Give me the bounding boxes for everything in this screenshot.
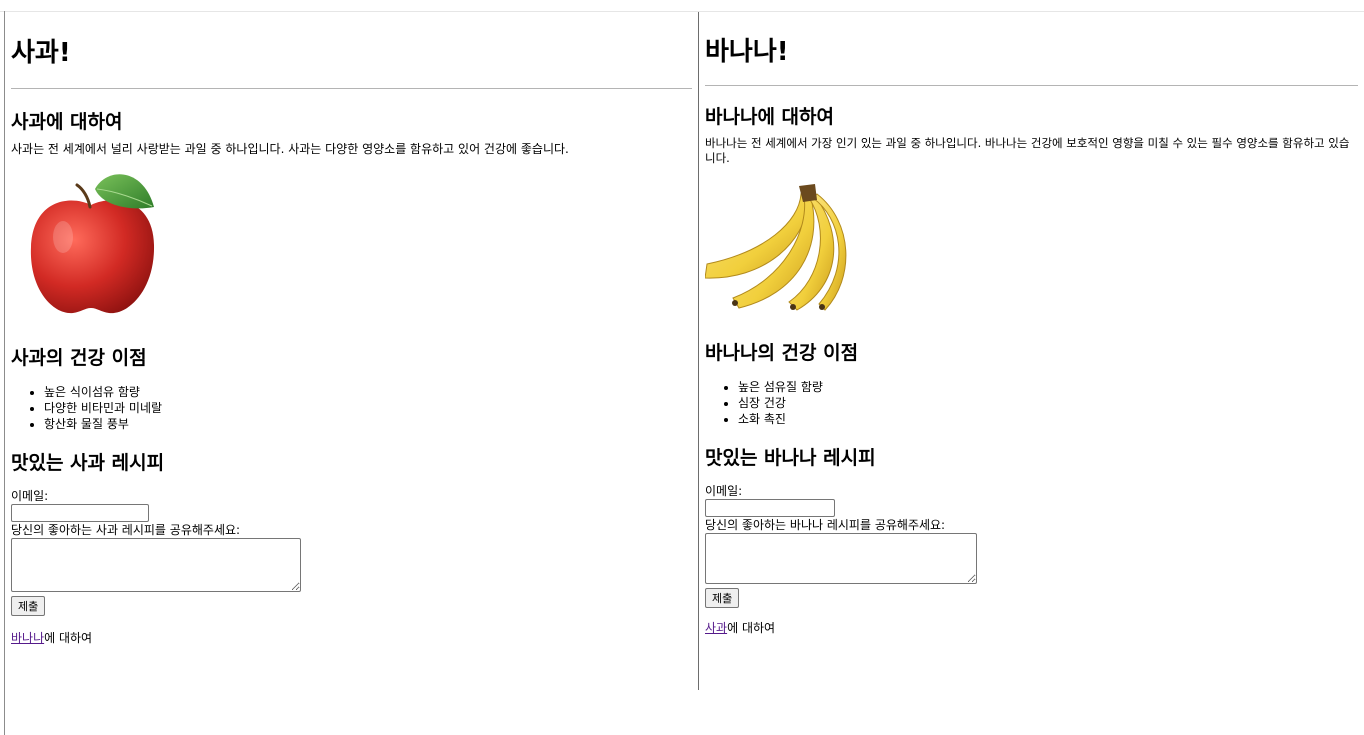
title-divider (11, 88, 692, 89)
list-item: 항산화 물질 풍부 (44, 416, 692, 432)
page-title: 바나나! (705, 37, 789, 67)
nav-paragraph: 사과에 대하여 (705, 620, 1358, 636)
list-item: 심장 건강 (738, 395, 1358, 411)
banana-link[interactable]: 바나나 (11, 631, 44, 645)
about-heading: 사과에 대하여 (11, 111, 123, 133)
recipe-textarea[interactable] (11, 538, 301, 592)
email-label: 이메일: (705, 484, 743, 498)
benefits-heading: 바나나의 건강 이점 (705, 342, 859, 364)
apple-image (30, 174, 155, 314)
list-item: 높은 섬유질 함량 (738, 379, 1358, 395)
submit-button[interactable]: 제출 (11, 596, 46, 616)
link-suffix: 에 대하여 (727, 621, 776, 635)
apple-link[interactable]: 사과 (705, 621, 727, 635)
description: 바나나는 전 세계에서 가장 인기 있는 과일 중 하나입니다. 바나나는 건강… (705, 136, 1350, 165)
recipe-label: 당신의 좋아하는 바나나 레시피를 공유해주세요: (705, 518, 946, 532)
recipe-heading: 맛있는 사과 레시피 (11, 452, 165, 474)
benefits-heading: 사과의 건강 이점 (11, 347, 147, 369)
recipe-form: 이메일: 당신의 좋아하는 사과 레시피를 공유해주세요: 제출 (11, 488, 692, 616)
email-field[interactable] (11, 504, 149, 522)
email-label: 이메일: (11, 489, 49, 503)
submit-button[interactable]: 제출 (705, 588, 740, 608)
nav-paragraph: 바나나에 대하여 (11, 630, 692, 646)
link-suffix: 에 대하여 (44, 631, 93, 645)
apple-pane: 사과! 사과에 대하여 사과는 전 세계에서 널리 사랑받는 과일 중 하나입니… (5, 12, 698, 735)
title-divider (705, 85, 1358, 86)
recipe-form: 이메일: 당신의 좋아하는 바나나 레시피를 공유해주세요: 제출 (705, 483, 1358, 608)
list-item: 소화 촉진 (738, 411, 1358, 427)
page-title: 사과! (11, 38, 71, 68)
description: 사과는 전 세계에서 널리 사랑받는 과일 중 하나입니다. 사과는 다양한 영… (11, 142, 569, 156)
list-item: 다양한 비타민과 미네랄 (44, 400, 692, 416)
benefits-list: 높은 식이섬유 함량 다양한 비타민과 미네랄 항산화 물질 풍부 (11, 384, 692, 432)
benefits-list: 높은 섬유질 함량 심장 건강 소화 촉진 (705, 379, 1358, 427)
list-item: 높은 식이섬유 함량 (44, 384, 692, 400)
banana-image (705, 184, 847, 311)
banana-pane: 바나나! 바나나에 대하여 바나나는 전 세계에서 가장 인기 있는 과일 중 … (698, 12, 1364, 690)
recipe-textarea[interactable] (705, 533, 977, 584)
recipe-label: 당신의 좋아하는 사과 레시피를 공유해주세요: (11, 523, 241, 537)
recipe-heading: 맛있는 바나나 레시피 (705, 447, 876, 469)
about-heading: 바나나에 대하여 (705, 106, 834, 128)
email-field[interactable] (705, 499, 835, 517)
